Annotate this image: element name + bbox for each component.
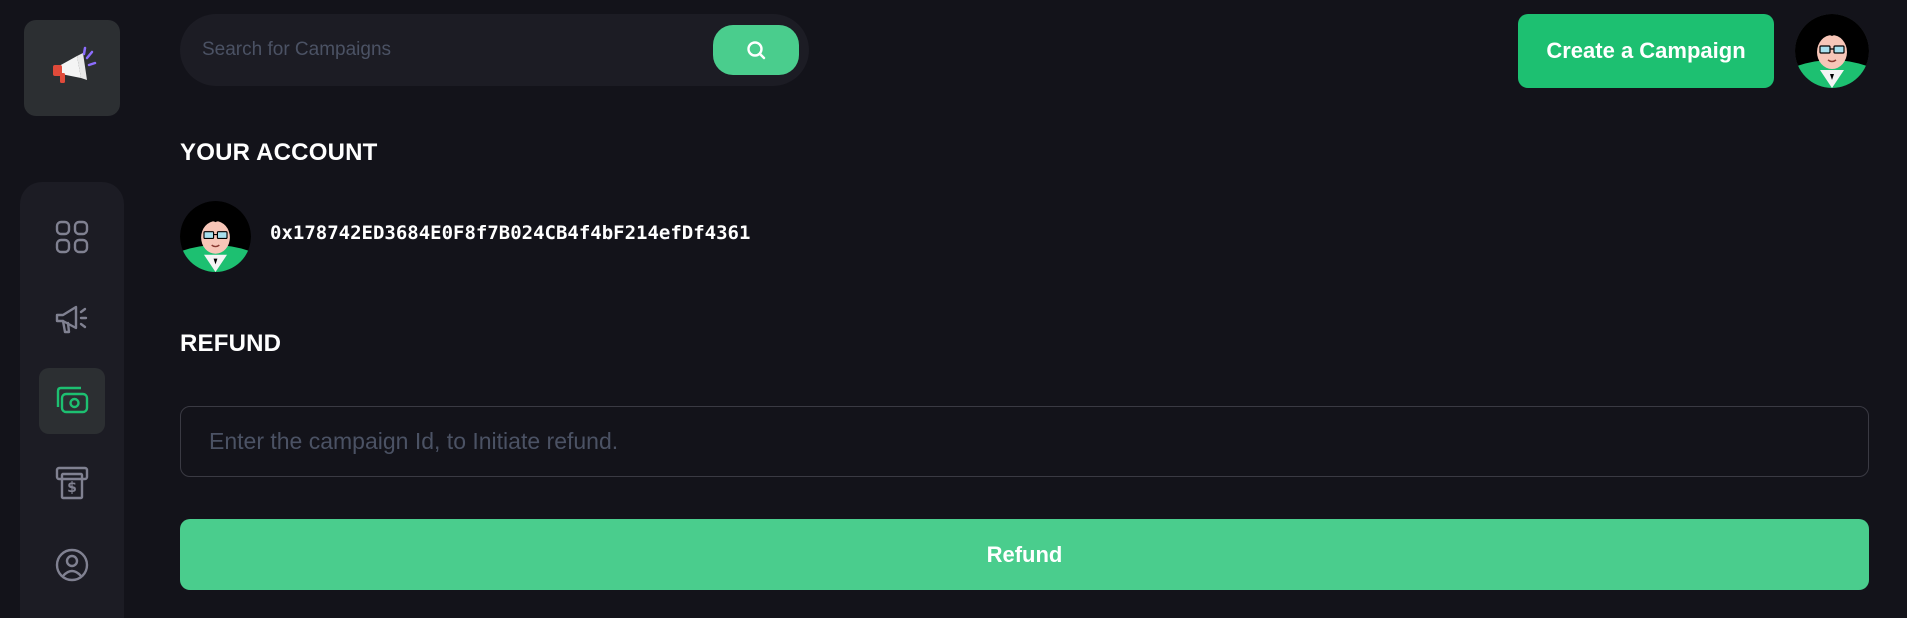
app-logo[interactable] — [24, 20, 120, 116]
money-icon — [56, 386, 89, 414]
search-input[interactable] — [202, 39, 713, 61]
sidebar-item-withdraw[interactable]: $ — [39, 450, 105, 516]
sidebar-item-profile[interactable] — [39, 532, 105, 598]
search-bar — [180, 14, 809, 86]
sidebar-nav: $ — [20, 182, 124, 618]
sidebar-item-campaign[interactable] — [39, 286, 105, 352]
avatar-icon — [180, 201, 251, 272]
grid-icon — [55, 220, 89, 254]
profile-icon — [55, 548, 89, 582]
account-avatar — [180, 201, 251, 272]
create-campaign-button[interactable]: Create a Campaign — [1518, 14, 1774, 88]
campaign-id-input[interactable] — [180, 406, 1869, 477]
megaphone-icon — [55, 305, 88, 334]
withdraw-icon: $ — [55, 466, 89, 500]
app-page: $ Create a Campaign — [0, 0, 1907, 618]
refund-heading: REFUND — [180, 330, 282, 357]
svg-text:$: $ — [67, 480, 77, 496]
avatar-icon — [1795, 14, 1869, 88]
sidebar-item-dashboard[interactable] — [39, 204, 105, 270]
account-heading: YOUR ACCOUNT — [180, 139, 378, 166]
refund-button[interactable]: Refund — [180, 519, 1869, 590]
search-icon — [747, 41, 766, 60]
user-avatar[interactable] — [1795, 14, 1869, 88]
search-button[interactable] — [713, 25, 799, 75]
sidebar-item-payment[interactable] — [39, 368, 105, 434]
megaphone-logo-icon — [53, 46, 97, 83]
wallet-address: 0x178742ED3684E0F8f7B024CB4f4bF214efDf43… — [270, 222, 751, 244]
